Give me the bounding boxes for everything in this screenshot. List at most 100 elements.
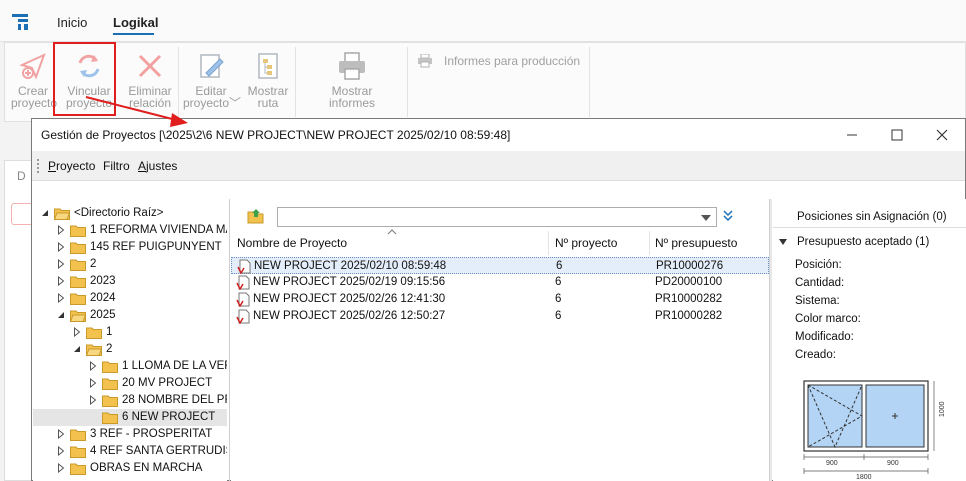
accepted-budget-section[interactable]: Presupuesto aceptado (1): [773, 228, 966, 254]
expand-arrow-icon[interactable]: [57, 463, 65, 473]
detail-field-label: Creado:: [795, 349, 836, 361]
project-name-cell: NEW PROJECT 2025/02/26 12:50:27: [253, 310, 446, 322]
close-icon[interactable]: [932, 125, 952, 145]
tree-item[interactable]: OBRAS EN MARCHA: [33, 460, 227, 477]
expand-chevrons-icon[interactable]: [723, 210, 733, 222]
show-route-button[interactable]: Mostrar ruta: [245, 51, 291, 109]
folder-up-icon[interactable]: [247, 208, 265, 224]
expand-arrow-icon[interactable]: [73, 327, 81, 337]
project-row[interactable]: NEW PROJECT 2025/02/10 08:59:48 6 PR100002…: [231, 257, 769, 274]
tree-item[interactable]: 145 REF PUIGPUNYENT: [33, 239, 227, 256]
expand-arrow-icon[interactable]: [57, 259, 65, 269]
folder-icon: [70, 276, 86, 288]
expand-arrow-icon[interactable]: [57, 293, 65, 303]
folder-icon: [102, 361, 118, 373]
collapse-arrow-icon[interactable]: [73, 344, 81, 354]
tree-splitter[interactable]: [229, 199, 230, 481]
detail-field-label: Color marco:: [795, 313, 861, 325]
drawing-width-right-label: 900: [887, 460, 899, 467]
collapse-arrow-icon[interactable]: [41, 208, 49, 218]
folder-icon: [70, 463, 86, 475]
tree-item-label: 1 REFORMA VIVIENDA MAR: [90, 224, 227, 236]
tree-item[interactable]: 1 REFORMA VIVIENDA MAR: [33, 222, 227, 239]
chevron-down-icon: ﹀: [229, 96, 242, 110]
tree-item[interactable]: 1: [33, 324, 227, 341]
folder-icon: [70, 259, 86, 271]
tree-item-label: 28 NOMBRE DEL PROJECT: [122, 394, 227, 406]
folder-icon: [102, 378, 118, 390]
minimize-icon[interactable]: [842, 125, 862, 145]
production-reports-label: Informes para producción: [444, 54, 581, 68]
tab-logikal[interactable]: Logikal: [113, 15, 159, 30]
tree-item[interactable]: 2025: [33, 307, 227, 324]
budget-number-cell: PR10000282: [655, 310, 723, 322]
tree-item[interactable]: 2023: [33, 273, 227, 290]
project-list-panel: Nombre de Proyecto Nº proyecto Nº presup…: [231, 199, 769, 481]
app-bar: Inicio Logikal: [0, 0, 966, 42]
collapse-arrow-icon[interactable]: [57, 310, 65, 320]
project-name-cell: NEW PROJECT 2025/02/26 12:41:30: [253, 293, 446, 305]
path-combo[interactable]: [277, 207, 717, 227]
maximize-icon[interactable]: [887, 125, 907, 145]
menu-filtro[interactable]: Filtro: [103, 159, 130, 173]
unassigned-positions-section[interactable]: Posiciones sin Asignación (0): [773, 203, 966, 229]
project-row[interactable]: NEW PROJECT 2025/02/26 12:41:30 6 PR100002…: [231, 291, 769, 308]
project-row[interactable]: NEW PROJECT 2025/02/26 12:50:27 6 PR100002…: [231, 308, 769, 325]
app-logo-icon[interactable]: [12, 14, 30, 30]
tree-item-label: 2: [106, 343, 113, 355]
expand-arrow-icon[interactable]: [89, 361, 97, 371]
column-header-budget-number[interactable]: Nº presupuesto: [655, 236, 737, 250]
background-tab-stub: D: [17, 169, 26, 183]
column-header-name[interactable]: Nombre de Proyecto: [237, 236, 347, 250]
folder-icon: [70, 446, 86, 458]
tab-inicio[interactable]: Inicio: [57, 15, 87, 30]
tree-item[interactable]: 20 MV PROJECT: [33, 375, 227, 392]
show-route-label-2: ruta: [257, 96, 279, 110]
tree-item[interactable]: <Directorio Raíz>: [33, 205, 227, 222]
printer-icon: [339, 52, 365, 80]
expand-arrow-icon[interactable]: [57, 276, 65, 286]
expand-arrow-icon[interactable]: [57, 225, 65, 235]
expand-arrow-icon[interactable]: [57, 429, 65, 439]
project-document-icon: [237, 259, 251, 274]
details-panel: Posiciones sin Asignación (0) Presupuest…: [773, 199, 966, 481]
menu-proyecto[interactable]: Proyecto: [48, 159, 95, 173]
tree-item[interactable]: 3 REF - PROSPERITAT: [33, 426, 227, 443]
folder-icon: [102, 412, 118, 424]
menu-ajustes[interactable]: Ajustes: [138, 159, 177, 173]
detail-field-label: Sistema:: [795, 295, 840, 307]
sort-ascending-icon: [387, 229, 397, 235]
expand-arrow-icon[interactable]: [57, 242, 65, 252]
column-header-project-number[interactable]: Nº proyecto: [555, 236, 617, 250]
tree-item[interactable]: 4 REF SANTA GERTRUDIS IBIZA: [33, 443, 227, 460]
expand-arrow-icon[interactable]: [57, 446, 65, 456]
project-row[interactable]: NEW PROJECT 2025/02/19 09:15:56 6 PD200001…: [231, 274, 769, 291]
folder-open-icon: [54, 208, 70, 220]
tree-item[interactable]: 6 NEW PROJECT: [33, 409, 227, 426]
show-reports-button[interactable]: Mostrar informes: [323, 51, 381, 109]
project-number-cell: 6: [555, 293, 562, 305]
tree-item[interactable]: 2: [33, 341, 227, 358]
tree-item-label: 1 LLOMA DE LA VERGE: [122, 360, 227, 372]
tree-item-label: 1: [106, 326, 113, 338]
tree-item-label: <Directorio Raíz>: [74, 207, 164, 219]
dialog-menu-bar: Proyecto Filtro Ajustes: [32, 151, 965, 181]
expand-arrow-icon[interactable]: [89, 378, 97, 388]
right-splitter[interactable]: [769, 199, 772, 481]
folder-icon: [86, 327, 102, 339]
tree-item[interactable]: 1 LLOMA DE LA VERGE: [33, 358, 227, 375]
background-window-panel: D: [4, 160, 34, 481]
menu-proyecto-accel: P: [48, 159, 57, 173]
create-project-button[interactable]: Crear proyecto: [11, 51, 58, 110]
folder-icon: [70, 242, 86, 254]
send-plane-icon: [19, 53, 46, 80]
expand-arrow-icon[interactable]: [89, 395, 97, 405]
column-separator[interactable]: [548, 231, 549, 255]
folder-icon: [102, 395, 118, 407]
column-separator[interactable]: [649, 231, 650, 255]
tree-item[interactable]: 2024: [33, 290, 227, 307]
route-tree-icon: [258, 53, 278, 79]
create-project-label-2: proyecto: [11, 96, 58, 110]
tree-item[interactable]: 28 NOMBRE DEL PROJECT: [33, 392, 227, 409]
tree-item[interactable]: 2: [33, 256, 227, 273]
